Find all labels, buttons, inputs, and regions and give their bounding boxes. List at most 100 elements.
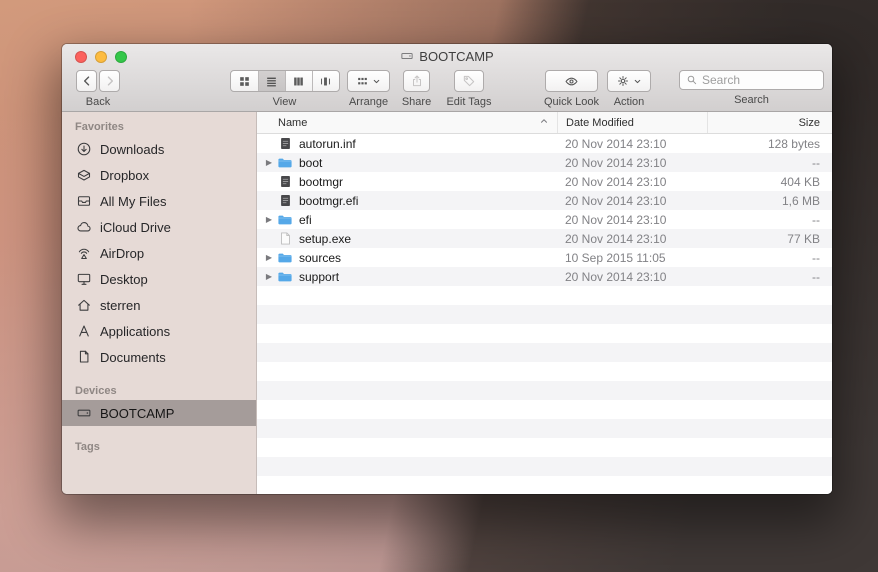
- arrange-grid-icon: [356, 75, 369, 88]
- sidebar-item-label: Dropbox: [100, 167, 150, 183]
- back-label: Back: [85, 96, 111, 108]
- disclosure-triangle-icon[interactable]: ▶: [263, 272, 275, 281]
- eye-icon: [564, 74, 579, 89]
- sidebar-item-label: All My Files: [100, 193, 167, 209]
- sidebar-section-title: Tags: [75, 441, 100, 453]
- sidebar-item-label: Applications: [100, 323, 171, 339]
- search-input[interactable]: [702, 73, 817, 87]
- list-view-icon: [265, 75, 278, 88]
- file-row[interactable]: setup.exe 20 Nov 2014 23:10 77 KB: [257, 229, 832, 248]
- forward-chevron-icon: [103, 74, 117, 88]
- sidebar-item-documents[interactable]: Documents: [62, 344, 256, 370]
- column-header-row: Name Date Modified Size: [257, 112, 832, 134]
- finder-window: BOOTCAMP Back View Arrange Share Edit Ta…: [62, 44, 832, 494]
- disclosure-triangle-icon[interactable]: ▶: [263, 215, 275, 224]
- search-label: Search: [734, 94, 769, 106]
- column-view-button[interactable]: [284, 71, 312, 91]
- sidebar-item-bootcamp[interactable]: BOOTCAMP: [62, 400, 256, 426]
- file-name: autorun.inf: [299, 136, 356, 151]
- home-icon: [75, 296, 93, 314]
- window-title-area: BOOTCAMP: [62, 49, 832, 64]
- dropbox-icon: [75, 166, 93, 184]
- folder-icon: [277, 155, 293, 171]
- sidebar-item-icloud-drive[interactable]: iCloud Drive: [62, 214, 256, 240]
- sidebar-item-all-my-files[interactable]: All My Files: [62, 188, 256, 214]
- column-view-icon: [292, 75, 305, 88]
- list-view-button[interactable]: [257, 71, 285, 91]
- file-row[interactable]: bootmgr.efi 20 Nov 2014 23:10 1,6 MB: [257, 191, 832, 210]
- file-name: sources: [299, 250, 342, 265]
- column-header-date-label: Date Modified: [566, 116, 634, 129]
- action-button[interactable]: [607, 70, 651, 92]
- desktop-wallpaper: { "window": { "title": "BOOTCAMP" }, "to…: [0, 0, 878, 572]
- file-date-modified: 10 Sep 2015 11:05: [565, 250, 666, 265]
- disclosure-triangle-icon[interactable]: ▶: [263, 158, 275, 167]
- sidebar-section-title: Favorites: [75, 121, 124, 133]
- sidebar-item-airdrop[interactable]: AirDrop: [62, 240, 256, 266]
- column-header-name[interactable]: Name: [257, 112, 557, 133]
- all-my-files-icon: [75, 192, 93, 210]
- sidebar-item-downloads[interactable]: Downloads: [62, 136, 256, 162]
- back-chevron-icon: [80, 74, 94, 88]
- file-date-modified: 20 Nov 2014 23:10: [565, 269, 667, 284]
- sidebar-item-label: Desktop: [100, 271, 148, 287]
- tag-icon: [462, 74, 476, 88]
- column-header-size[interactable]: Size: [707, 112, 832, 133]
- file-dark-icon: [277, 193, 293, 209]
- cloud-icon: [75, 218, 93, 236]
- sidebar-item-dropbox[interactable]: Dropbox: [62, 162, 256, 188]
- file-name: support: [299, 269, 340, 284]
- file-size: --: [812, 250, 820, 265]
- view-label: View: [272, 96, 297, 108]
- sidebar-item-applications[interactable]: Applications: [62, 318, 256, 344]
- sidebar: Favorites Downloads Dropbox All My Files iCl…: [62, 112, 257, 494]
- drive-icon: [75, 404, 93, 422]
- file-row[interactable]: ▶ boot 20 Nov 2014 23:10 --: [257, 153, 832, 172]
- arrange-label: Arrange: [348, 96, 389, 108]
- file-name: bootmgr.efi: [299, 193, 359, 208]
- sidebar-item-desktop[interactable]: Desktop: [62, 266, 256, 292]
- file-size: 128 bytes: [767, 136, 820, 151]
- search-field[interactable]: [679, 70, 824, 90]
- file-row[interactable]: ▶ support 20 Nov 2014 23:10 --: [257, 267, 832, 286]
- arrange-button[interactable]: [347, 70, 390, 92]
- file-name: bootmgr: [299, 174, 344, 189]
- airdrop-icon: [75, 244, 93, 262]
- column-header-name-label: Name: [278, 116, 308, 129]
- coverflow-view-button[interactable]: [311, 71, 339, 91]
- drive-icon: [400, 49, 414, 63]
- share-button[interactable]: [403, 70, 430, 92]
- column-header-date-modified[interactable]: Date Modified: [557, 112, 707, 133]
- sidebar-item-label: BOOTCAMP: [100, 405, 175, 421]
- folder-icon: [277, 212, 293, 228]
- icon-view-button[interactable]: [231, 71, 258, 91]
- file-name: efi: [299, 212, 312, 227]
- folder-icon: [277, 269, 293, 285]
- view-segmented-control: [229, 70, 340, 92]
- file-row[interactable]: ▶ efi 20 Nov 2014 23:10 --: [257, 210, 832, 229]
- window-title: BOOTCAMP: [419, 49, 494, 64]
- file-list[interactable]: autorun.inf 20 Nov 2014 23:10 128 bytes ▶ bo…: [257, 134, 832, 494]
- file-row[interactable]: ▶ sources 10 Sep 2015 11:05 --: [257, 248, 832, 267]
- sidebar-item-label: iCloud Drive: [100, 219, 171, 235]
- sidebar-item-sterren[interactable]: sterren: [62, 292, 256, 318]
- magnifier-icon: [686, 74, 698, 86]
- back-button[interactable]: [76, 70, 97, 92]
- chevron-down-icon: [372, 77, 381, 86]
- gear-icon: [616, 74, 630, 88]
- file-light-icon: [277, 231, 293, 247]
- quick-look-button[interactable]: [545, 70, 598, 92]
- file-row[interactable]: autorun.inf 20 Nov 2014 23:10 128 bytes: [257, 134, 832, 153]
- disclosure-triangle-icon[interactable]: ▶: [263, 253, 275, 262]
- file-name: boot: [299, 155, 323, 170]
- titlebar[interactable]: BOOTCAMP Back View Arrange Share Edit Ta…: [62, 44, 832, 112]
- forward-button[interactable]: [99, 70, 120, 92]
- file-area: Name Date Modified Size autorun.inf 20 No…: [257, 112, 832, 494]
- sidebar-item-label: Documents: [100, 349, 166, 365]
- file-size: 404 KB: [780, 174, 820, 189]
- edit-tags-button[interactable]: [454, 70, 484, 92]
- sidebar-section-title: Devices: [75, 385, 117, 397]
- downloads-icon: [75, 140, 93, 158]
- file-row[interactable]: bootmgr 20 Nov 2014 23:10 404 KB: [257, 172, 832, 191]
- chevron-down-icon: [633, 77, 642, 86]
